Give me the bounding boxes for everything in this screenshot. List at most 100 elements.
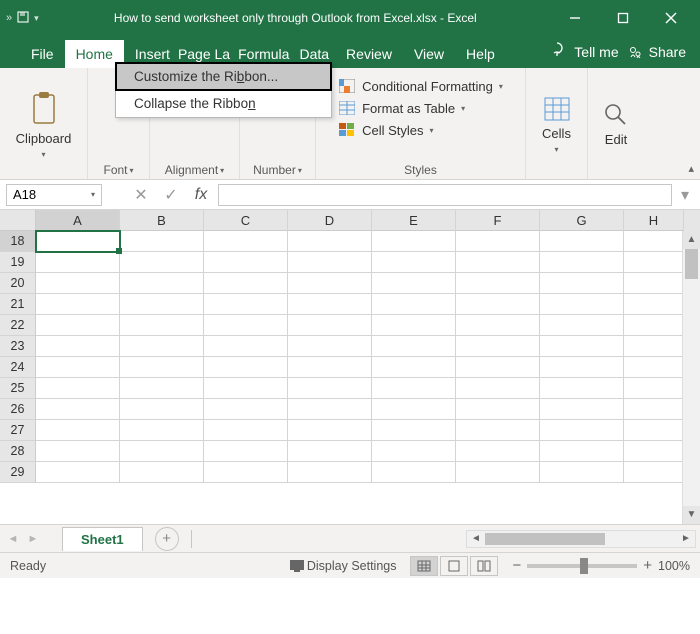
cell[interactable] bbox=[372, 441, 456, 462]
cell[interactable] bbox=[540, 378, 624, 399]
cells-button[interactable]: Cells▾ bbox=[538, 92, 575, 158]
add-sheet-button[interactable]: + bbox=[155, 527, 179, 551]
cell[interactable] bbox=[204, 399, 288, 420]
cell[interactable] bbox=[120, 294, 204, 315]
cell[interactable] bbox=[372, 336, 456, 357]
hscroll-thumb[interactable] bbox=[485, 533, 605, 545]
font-group-label[interactable]: Font▾ bbox=[103, 161, 133, 177]
cell[interactable] bbox=[456, 231, 540, 252]
cell[interactable] bbox=[204, 462, 288, 483]
row-header[interactable]: 28 bbox=[0, 441, 36, 462]
cell[interactable] bbox=[288, 357, 372, 378]
cell[interactable] bbox=[36, 252, 120, 273]
cell[interactable] bbox=[540, 336, 624, 357]
cell[interactable] bbox=[204, 420, 288, 441]
view-page-layout-button[interactable] bbox=[440, 556, 468, 576]
cell[interactable] bbox=[36, 378, 120, 399]
row-header[interactable]: 23 bbox=[0, 336, 36, 357]
context-customize-ribbon[interactable]: Customize the Ribbon... bbox=[116, 63, 331, 90]
cell[interactable] bbox=[456, 252, 540, 273]
select-all-corner[interactable] bbox=[0, 210, 36, 231]
formula-input[interactable] bbox=[218, 184, 672, 206]
cell[interactable] bbox=[540, 462, 624, 483]
cell[interactable] bbox=[540, 399, 624, 420]
cell[interactable] bbox=[120, 357, 204, 378]
cell[interactable] bbox=[372, 357, 456, 378]
column-header[interactable]: D bbox=[288, 210, 372, 231]
cell[interactable] bbox=[372, 231, 456, 252]
view-normal-button[interactable] bbox=[410, 556, 438, 576]
zoom-in-button[interactable]: + bbox=[643, 557, 652, 574]
cell[interactable] bbox=[456, 357, 540, 378]
clipboard-button[interactable]: Clipboard▾ bbox=[12, 87, 76, 163]
cell[interactable] bbox=[456, 294, 540, 315]
collapse-ribbon-caret[interactable]: ▴ bbox=[688, 162, 694, 175]
number-group-label[interactable]: Number▾ bbox=[253, 161, 302, 177]
row-header[interactable]: 18 bbox=[0, 231, 36, 252]
cell[interactable] bbox=[372, 273, 456, 294]
cell[interactable] bbox=[372, 420, 456, 441]
cell[interactable] bbox=[540, 294, 624, 315]
cell[interactable] bbox=[372, 378, 456, 399]
cell[interactable] bbox=[204, 273, 288, 294]
cell[interactable] bbox=[540, 252, 624, 273]
context-collapse-ribbon[interactable]: Collapse the Ribbon bbox=[116, 90, 331, 117]
cell[interactable] bbox=[456, 399, 540, 420]
cell[interactable] bbox=[288, 273, 372, 294]
cell[interactable] bbox=[36, 357, 120, 378]
cell[interactable] bbox=[372, 252, 456, 273]
conditional-formatting-button[interactable]: Conditional Formatting ▾ bbox=[338, 78, 503, 94]
cell[interactable] bbox=[120, 315, 204, 336]
cell[interactable] bbox=[120, 231, 204, 252]
scroll-up-icon[interactable]: ▲ bbox=[683, 231, 700, 249]
cell[interactable] bbox=[456, 273, 540, 294]
cell[interactable] bbox=[624, 336, 684, 357]
cell[interactable] bbox=[456, 441, 540, 462]
close-button[interactable] bbox=[648, 0, 694, 36]
cell[interactable] bbox=[36, 273, 120, 294]
cell[interactable] bbox=[120, 399, 204, 420]
cell[interactable] bbox=[36, 294, 120, 315]
cell[interactable] bbox=[372, 399, 456, 420]
scroll-left-icon[interactable]: ◄ bbox=[467, 533, 485, 544]
cell[interactable] bbox=[372, 462, 456, 483]
column-header[interactable]: C bbox=[204, 210, 288, 231]
zoom-out-button[interactable]: − bbox=[512, 557, 521, 574]
tab-view[interactable]: View bbox=[403, 40, 455, 68]
cell[interactable] bbox=[288, 336, 372, 357]
column-header[interactable]: B bbox=[120, 210, 204, 231]
share-button[interactable]: Share bbox=[627, 44, 686, 60]
cell[interactable] bbox=[36, 231, 120, 252]
row-header[interactable]: 19 bbox=[0, 252, 36, 273]
cell[interactable] bbox=[288, 231, 372, 252]
cell[interactable] bbox=[204, 336, 288, 357]
column-header[interactable]: H bbox=[624, 210, 684, 231]
cell[interactable] bbox=[204, 357, 288, 378]
cell[interactable] bbox=[624, 315, 684, 336]
horizontal-scrollbar[interactable]: ◄ ► bbox=[466, 530, 696, 548]
expand-formula-bar-icon[interactable]: ▾ bbox=[676, 185, 694, 205]
cell[interactable] bbox=[624, 231, 684, 252]
row-header[interactable]: 26 bbox=[0, 399, 36, 420]
minimize-button[interactable] bbox=[552, 0, 598, 36]
cell[interactable] bbox=[204, 378, 288, 399]
scroll-down-icon[interactable]: ▼ bbox=[683, 506, 700, 524]
cell[interactable] bbox=[204, 294, 288, 315]
row-header[interactable]: 29 bbox=[0, 462, 36, 483]
cell[interactable] bbox=[36, 441, 120, 462]
cell[interactable] bbox=[456, 420, 540, 441]
alignment-group-label[interactable]: Alignment▾ bbox=[165, 161, 224, 177]
cell[interactable] bbox=[624, 420, 684, 441]
cell[interactable] bbox=[288, 252, 372, 273]
autosave-toggle-icon[interactable]: » bbox=[6, 12, 12, 24]
cell[interactable] bbox=[456, 462, 540, 483]
scroll-right-icon[interactable]: ► bbox=[677, 533, 695, 544]
fx-icon[interactable]: fx bbox=[188, 184, 214, 206]
cell[interactable] bbox=[540, 315, 624, 336]
editing-button[interactable]: Edit bbox=[599, 98, 633, 151]
cell[interactable] bbox=[204, 315, 288, 336]
cell[interactable] bbox=[456, 315, 540, 336]
row-header[interactable]: 27 bbox=[0, 420, 36, 441]
cell[interactable] bbox=[456, 336, 540, 357]
cell[interactable] bbox=[204, 441, 288, 462]
